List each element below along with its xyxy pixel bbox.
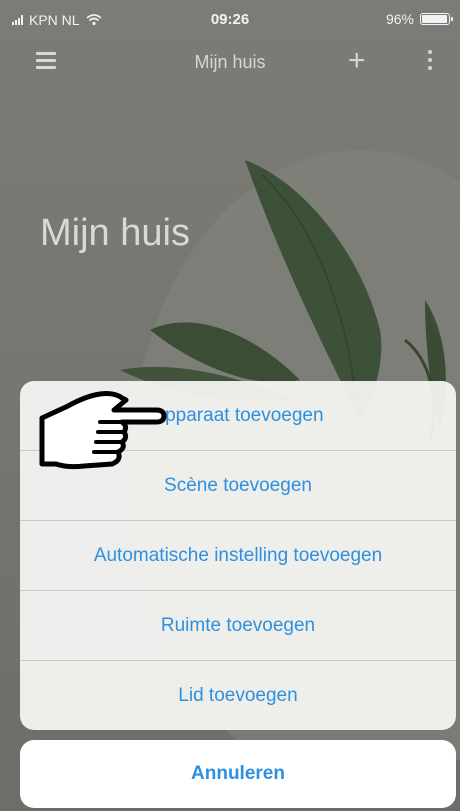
status-bar: KPN NL 09:26 96% (0, 0, 460, 40)
battery-icon (420, 13, 453, 25)
add-plus-icon[interactable]: + (348, 44, 366, 78)
page-heading: Mijn huis (40, 212, 190, 254)
cancel-button[interactable]: Annuleren (20, 740, 456, 808)
nav-title: Mijn huis (194, 52, 266, 72)
navigation-bar: Mijn huis + (0, 40, 460, 84)
more-options-icon[interactable] (428, 50, 432, 74)
add-member-option[interactable]: Lid toevoegen (20, 661, 456, 730)
battery-percentage: 96% (385, 11, 414, 27)
add-automation-option[interactable]: Automatische instelling toevoegen (20, 521, 456, 591)
status-right: 96% (385, 11, 453, 27)
pointing-hand-icon (39, 391, 167, 470)
add-room-option[interactable]: Ruimte toevoegen (20, 591, 456, 661)
app-screen: KPN NL 09:26 96% Mijn huis + Mijn huis A… (0, 0, 460, 811)
